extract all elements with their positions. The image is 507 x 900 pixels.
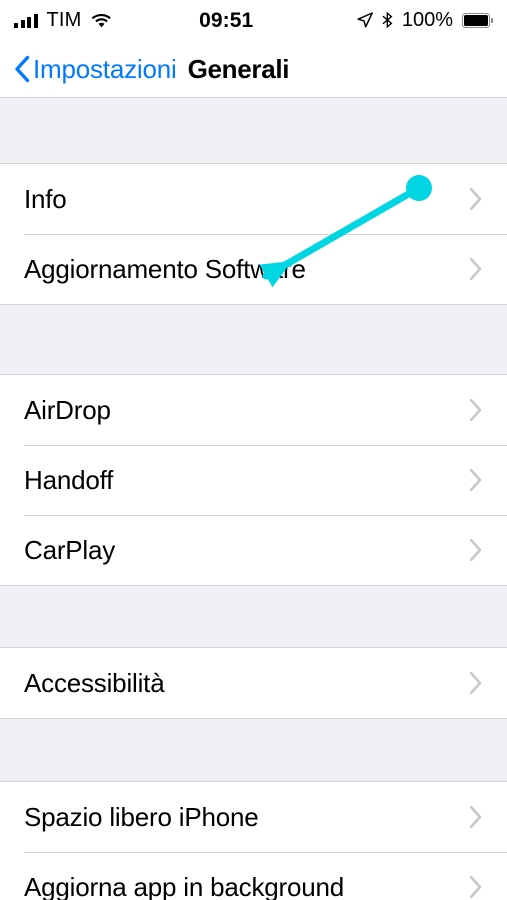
row-label: AirDrop [24,395,111,425]
bluetooth-icon [382,12,393,28]
row-label: Spazio libero iPhone [24,802,259,832]
section-gap [0,98,507,163]
chevron-right-icon [469,538,483,562]
section-gap [0,586,507,647]
chevron-right-icon [469,468,483,492]
row-label: Aggiornamento Software [24,254,306,284]
row-label: CarPlay [24,535,116,565]
iphone-settings-screen: TIM 09:51 100% Impostazioni Generali Inf… [0,0,507,900]
back-button-label: Impostazioni [33,53,177,84]
row-aggiornamento-software[interactable]: Aggiornamento Software [0,234,507,304]
row-handoff[interactable]: Handoff [0,445,507,515]
row-label: Aggiorna app in background [24,872,345,900]
chevron-right-icon [469,875,483,899]
row-carplay[interactable]: CarPlay [0,515,507,585]
page-title: Generali [187,53,290,84]
settings-group-4: Spazio libero iPhone Aggiorna app in bac… [0,781,507,900]
row-label: Handoff [24,465,114,495]
row-info[interactable]: Info [0,164,507,234]
status-bar-center: 09:51 [112,10,357,31]
status-bar-right: 100% [357,10,493,30]
back-button[interactable]: Impostazioni [14,55,177,83]
status-bar-left: TIM [14,10,112,30]
row-spazio-libero-iphone[interactable]: Spazio libero iPhone [0,782,507,852]
row-label: Info [24,184,67,214]
chevron-right-icon [469,257,483,281]
settings-group-1: Info Aggiornamento Software [0,163,507,305]
clock-label: 09:51 [199,8,254,32]
chevron-right-icon [469,187,483,211]
section-gap [0,719,507,781]
chevron-right-icon [469,671,483,695]
settings-group-3: Accessibilità [0,647,507,719]
row-label: Accessibilità [24,668,165,698]
settings-list: Info Aggiornamento Software AirDrop Hand… [0,98,507,900]
battery-percent-label: 100% [401,9,453,31]
row-accessibilita[interactable]: Accessibilità [0,648,507,718]
wifi-icon [91,13,112,28]
cellular-signal-icon [14,13,38,28]
row-airdrop[interactable]: AirDrop [0,375,507,445]
section-gap [0,305,507,374]
location-arrow-icon [357,12,373,28]
row-aggiorna-app-in-background[interactable]: Aggiorna app in background [0,852,507,900]
chevron-right-icon [469,398,483,422]
carrier-label: TIM [46,9,82,31]
chevron-left-icon [14,55,30,83]
chevron-right-icon [469,805,483,829]
navigation-bar: Impostazioni Generali [0,40,507,98]
status-bar: TIM 09:51 100% [0,0,507,40]
settings-group-2: AirDrop Handoff CarPlay [0,374,507,586]
battery-icon [462,12,493,28]
